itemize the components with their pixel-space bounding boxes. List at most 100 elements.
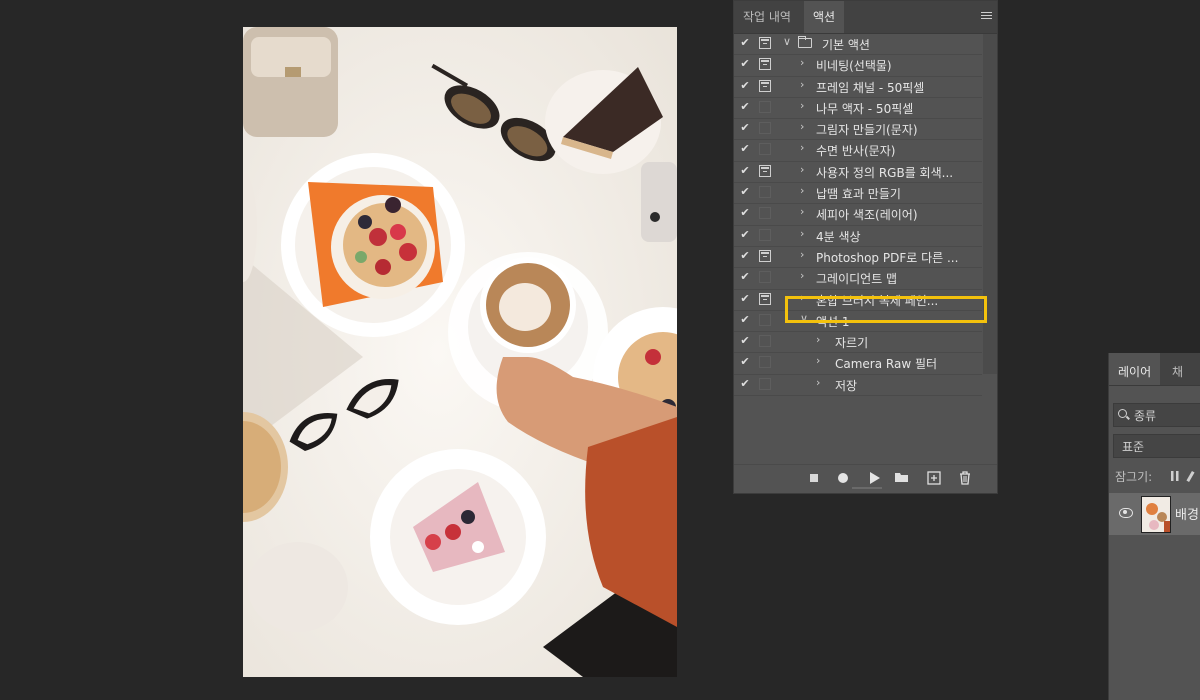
chevron-right-icon[interactable]: › <box>800 56 804 69</box>
dialog-toggle-icon[interactable] <box>759 249 771 262</box>
new-action-icon[interactable] <box>927 471 941 485</box>
toggle-check-icon[interactable]: ✔ <box>738 270 752 286</box>
dialog-toggle-icon[interactable] <box>759 292 771 305</box>
tab-history[interactable]: 작업 내역 <box>734 1 800 33</box>
action-label: Photoshop PDF로 다른 ... <box>816 250 959 265</box>
dialog-toggle-icon[interactable] <box>759 143 771 156</box>
record-icon[interactable] <box>836 471 850 485</box>
dialog-toggle-icon[interactable] <box>759 377 771 390</box>
chevron-right-icon[interactable]: › <box>816 354 820 367</box>
action-row[interactable]: ✔ › Photoshop PDF로 다른 ... <box>734 247 982 269</box>
lock-pixels-icon[interactable] <box>1186 470 1195 483</box>
layers-panel: 레이어 채널 종류 표준 잠그기: 배경 <box>1108 353 1200 700</box>
eye-icon[interactable] <box>1119 508 1133 518</box>
toggle-check-icon[interactable]: ✔ <box>738 164 752 180</box>
action-set-row[interactable]: ✔ ∨ 기본 액션 <box>734 34 982 56</box>
dialog-toggle-icon[interactable] <box>759 207 771 220</box>
folder-icon[interactable] <box>895 471 909 485</box>
stop-icon[interactable] <box>807 471 821 485</box>
dialog-toggle-icon[interactable] <box>759 335 771 348</box>
dialog-toggle-icon[interactable] <box>759 100 771 113</box>
chevron-right-icon[interactable]: › <box>800 227 804 240</box>
toggle-check-icon[interactable]: ✔ <box>738 334 752 350</box>
dialog-toggle-icon[interactable] <box>759 271 771 284</box>
chevron-right-icon[interactable]: › <box>800 99 804 112</box>
action-row[interactable]: ✔ › 세피아 색조(레이어) <box>734 204 982 226</box>
lock-label: 잠그기: <box>1115 470 1153 484</box>
action-label: 기본 액션 <box>822 38 870 52</box>
chevron-down-icon[interactable]: ∨ <box>783 35 791 48</box>
trash-icon[interactable] <box>958 471 972 485</box>
action-row[interactable]: ✔ › 그레이디언트 맵 <box>734 268 982 290</box>
chevron-right-icon[interactable]: › <box>800 78 804 91</box>
action-label: 4분 색상 <box>816 229 861 244</box>
toggle-check-icon[interactable]: ✔ <box>738 121 752 137</box>
toggle-check-icon[interactable]: ✔ <box>738 185 752 201</box>
chevron-right-icon[interactable]: › <box>816 376 820 389</box>
toggle-check-icon[interactable]: ✔ <box>738 355 752 371</box>
action-step-row[interactable]: ✔ › Camera Raw 필터 <box>734 353 982 375</box>
action-label: 사용자 정의 RGB를 회색... <box>816 165 954 180</box>
actions-scrollbar[interactable] <box>983 34 997 374</box>
toggle-check-icon[interactable]: ✔ <box>738 79 752 95</box>
action-row[interactable]: ✔ › 그림자 만들기(문자) <box>734 119 982 141</box>
action-row[interactable]: ✔ › 4분 색상 <box>734 226 982 247</box>
toggle-check-icon[interactable]: ✔ <box>738 249 752 265</box>
blend-mode-select[interactable]: 표준 <box>1113 434 1200 458</box>
dialog-toggle-icon[interactable] <box>759 186 771 199</box>
folder-icon <box>798 36 812 48</box>
play-icon[interactable] <box>867 471 881 485</box>
layer-row-background[interactable]: 배경 <box>1109 493 1200 535</box>
action-label: 나무 액자 - 50픽셀 <box>816 101 914 116</box>
tab-channels[interactable]: 채널 <box>1163 353 1200 417</box>
action-row[interactable]: ✔ › 프레임 채널 - 50픽셀 <box>734 77 982 98</box>
chevron-right-icon[interactable]: › <box>800 141 804 154</box>
tab-actions[interactable]: 액션 <box>804 1 845 33</box>
toggle-check-icon[interactable]: ✔ <box>738 292 752 308</box>
panel-resize-grip[interactable] <box>852 487 882 489</box>
action-label: 납땜 효과 만들기 <box>816 187 901 202</box>
chevron-right-icon[interactable]: › <box>800 184 804 197</box>
action-row[interactable]: ✔ › 납땜 효과 만들기 <box>734 183 982 205</box>
action-step-row[interactable]: ✔ › 자르기 <box>734 332 982 354</box>
action-label: 비네팅(선택물) <box>816 59 892 74</box>
dialog-toggle-icon[interactable] <box>759 313 771 326</box>
toggle-check-icon[interactable]: ✔ <box>738 36 752 52</box>
document-canvas[interactable] <box>243 27 677 677</box>
dialog-toggle-icon[interactable] <box>759 79 771 92</box>
action-label: 수면 반사(문자) <box>816 144 896 159</box>
dialog-toggle-icon[interactable] <box>759 37 771 49</box>
chevron-right-icon[interactable]: › <box>800 120 804 133</box>
panel-menu-icon[interactable] <box>981 12 992 22</box>
chevron-right-icon[interactable]: › <box>800 163 804 176</box>
dialog-toggle-icon[interactable] <box>759 356 771 369</box>
dialog-toggle-icon[interactable] <box>759 228 771 241</box>
dialog-toggle-icon[interactable] <box>759 58 771 71</box>
action-row[interactable]: ✔ › 사용자 정의 RGB를 회색... <box>734 162 982 184</box>
chevron-right-icon[interactable]: › <box>816 333 820 346</box>
toggle-check-icon[interactable]: ✔ <box>738 57 752 73</box>
blend-mode-value: 표준 <box>1122 440 1145 454</box>
lock-transparent-icon[interactable] <box>1171 471 1181 481</box>
action-row[interactable]: ✔ › 수면 반사(문자) <box>734 140 982 162</box>
action-row[interactable]: ✔ › 나무 액자 - 50픽셀 <box>734 98 982 120</box>
toggle-check-icon[interactable]: ✔ <box>738 206 752 222</box>
toggle-check-icon[interactable]: ✔ <box>738 377 752 393</box>
chevron-right-icon[interactable]: › <box>800 205 804 218</box>
layer-filter-select[interactable]: 종류 <box>1113 403 1200 427</box>
toggle-check-icon[interactable]: ✔ <box>738 228 752 244</box>
action-label: 프레임 채널 - 50픽셀 <box>816 80 925 95</box>
toggle-check-icon[interactable]: ✔ <box>738 313 752 329</box>
tab-layers[interactable]: 레이어 <box>1109 353 1161 385</box>
chevron-right-icon[interactable]: › <box>800 269 804 282</box>
chevron-right-icon[interactable]: › <box>800 248 804 261</box>
actions-panel: 작업 내역 액션 ✔ ∨ 기본 액션 ✔ › 비네팅(선택물) ✔ › 프레임 채널 - 50픽… <box>733 0 998 494</box>
dialog-toggle-icon[interactable] <box>759 122 771 135</box>
action-step-row[interactable]: ✔ › 저장 <box>734 375 982 397</box>
actions-list: ✔ ∨ 기본 액션 ✔ › 비네팅(선택물) ✔ › 프레임 채널 - 50픽셀 ✔ › 나무 액자 … <box>734 34 982 397</box>
layer-name: 배경 <box>1175 508 1199 523</box>
dialog-toggle-icon[interactable] <box>759 164 771 177</box>
toggle-check-icon[interactable]: ✔ <box>738 100 752 116</box>
toggle-check-icon[interactable]: ✔ <box>738 142 752 158</box>
action-row[interactable]: ✔ › 비네팅(선택물) <box>734 55 982 77</box>
